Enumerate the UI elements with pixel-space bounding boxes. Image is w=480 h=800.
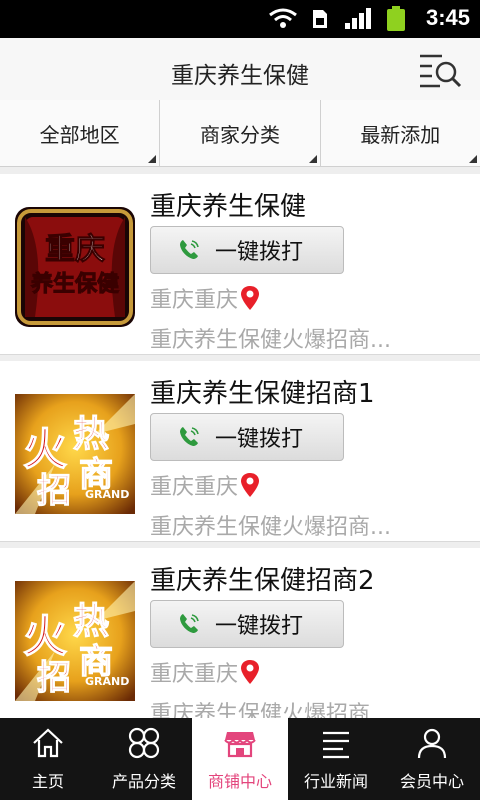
phone-icon bbox=[180, 240, 199, 259]
shop-location: 重庆重庆 bbox=[150, 656, 260, 688]
list-item[interactable]: 火 热 招 商 GRAND 重庆养生保健招商1 一键拨打 重庆重庆 重庆养生保健… bbox=[0, 361, 480, 542]
map-pin-icon bbox=[241, 286, 260, 310]
tab-industry-news[interactable]: 行业新闻 bbox=[288, 718, 384, 800]
location-text: 重庆重庆 bbox=[150, 662, 239, 687]
location-text: 重庆重庆 bbox=[150, 475, 239, 500]
sim-icon bbox=[313, 10, 327, 28]
filter-region[interactable]: 全部地区 bbox=[0, 100, 161, 166]
shop-location: 重庆重庆 bbox=[150, 469, 260, 501]
filter-category-label: 商家分类 bbox=[199, 122, 280, 147]
tab-member-center-label: 会员中心 bbox=[399, 772, 464, 791]
shop-poster-image: 火 热 招 商 GRAND bbox=[15, 394, 135, 514]
call-button[interactable]: 一键拨打 bbox=[150, 226, 344, 274]
filter-newest[interactable]: 最新添加 bbox=[321, 100, 480, 166]
shop-name[interactable]: 重庆养生保健招商1 bbox=[150, 373, 375, 410]
bottom-tab-bar: 主页 产品分类 商铺中心 行业新闻 会员中心 bbox=[0, 718, 480, 800]
shop-location: 重庆重庆 bbox=[150, 282, 260, 314]
tab-product-categories-label: 产品分类 bbox=[111, 772, 176, 791]
svg-text:热: 热 bbox=[73, 414, 109, 455]
tab-product-categories[interactable]: 产品分类 bbox=[96, 718, 192, 800]
filter-region-label: 全部地区 bbox=[39, 122, 120, 147]
shop-icon bbox=[224, 732, 256, 758]
user-icon bbox=[417, 728, 447, 759]
wifi-icon bbox=[269, 8, 297, 28]
call-button-label: 一键拨打 bbox=[215, 614, 304, 639]
tab-industry-news-label: 行业新闻 bbox=[303, 772, 368, 791]
status-bar: 3:45 bbox=[0, 0, 480, 38]
call-button-label: 一键拨打 bbox=[215, 240, 304, 265]
call-button-label: 一键拨打 bbox=[215, 427, 304, 452]
battery-icon bbox=[387, 6, 405, 31]
svg-text:火: 火 bbox=[23, 611, 67, 662]
dropdown-corner-icon bbox=[308, 155, 317, 163]
svg-text:GRAND: GRAND bbox=[85, 488, 129, 501]
filter-newest-label: 最新添加 bbox=[360, 122, 441, 147]
svg-text:招: 招 bbox=[37, 658, 71, 698]
tab-member-center[interactable]: 会员中心 bbox=[384, 718, 480, 800]
shop-description: 重庆养生保健火爆招商... bbox=[150, 515, 391, 540]
svg-text:火: 火 bbox=[23, 424, 67, 475]
shop-description: 重庆养生保健火爆招商... bbox=[150, 702, 391, 718]
map-pin-icon bbox=[241, 660, 260, 684]
shop-list: 重庆 养生保健 重庆养生保健 一键拨打 重庆重庆 重庆养生保健火爆招商... 火… bbox=[0, 168, 480, 718]
shop-name[interactable]: 重庆养生保健 bbox=[150, 186, 306, 223]
logo-text-line2: 养生保健 bbox=[30, 271, 119, 297]
signal-icon bbox=[345, 8, 371, 29]
tab-home[interactable]: 主页 bbox=[0, 718, 96, 800]
filter-bar: 全部地区 商家分类 最新添加 bbox=[0, 100, 480, 167]
clock: 3:45 bbox=[425, 5, 470, 30]
svg-text:招: 招 bbox=[37, 471, 71, 511]
list-item[interactable]: 重庆 养生保健 重庆养生保健 一键拨打 重庆重庆 重庆养生保健火爆招商... bbox=[0, 174, 480, 355]
svg-text:热: 热 bbox=[73, 601, 109, 642]
home-icon bbox=[33, 728, 63, 758]
tab-shop-center-label: 商铺中心 bbox=[207, 772, 272, 791]
filter-category[interactable]: 商家分类 bbox=[160, 100, 321, 166]
svg-text:GRAND: GRAND bbox=[85, 675, 129, 688]
list-item[interactable]: 火 热 招 商 GRAND 重庆养生保健招商2 一键拨打 重庆重庆 重庆养生保健… bbox=[0, 548, 480, 718]
dropdown-corner-icon bbox=[148, 155, 157, 163]
page-title: 重庆养生保健 bbox=[171, 63, 309, 89]
grid-icon bbox=[128, 727, 160, 759]
top-header: 重庆养生保健 bbox=[0, 38, 480, 101]
tab-home-label: 主页 bbox=[31, 772, 64, 791]
map-pin-icon bbox=[241, 473, 260, 497]
phone-icon bbox=[180, 427, 199, 446]
tab-shop-center[interactable]: 商铺中心 bbox=[192, 718, 288, 800]
call-button[interactable]: 一键拨打 bbox=[150, 600, 344, 648]
shop-logo-image: 重庆 养生保健 bbox=[15, 207, 135, 327]
shop-description: 重庆养生保健火爆招商... bbox=[150, 328, 391, 353]
news-icon bbox=[323, 731, 349, 759]
shop-poster-image: 火 热 招 商 GRAND bbox=[15, 581, 135, 701]
phone-icon bbox=[180, 614, 199, 633]
call-button[interactable]: 一键拨打 bbox=[150, 413, 344, 461]
shop-name[interactable]: 重庆养生保健招商2 bbox=[150, 560, 375, 597]
search-list-icon[interactable] bbox=[418, 50, 462, 90]
logo-text-line1: 重庆 bbox=[45, 232, 105, 267]
dropdown-corner-icon bbox=[468, 155, 477, 163]
location-text: 重庆重庆 bbox=[150, 288, 239, 313]
